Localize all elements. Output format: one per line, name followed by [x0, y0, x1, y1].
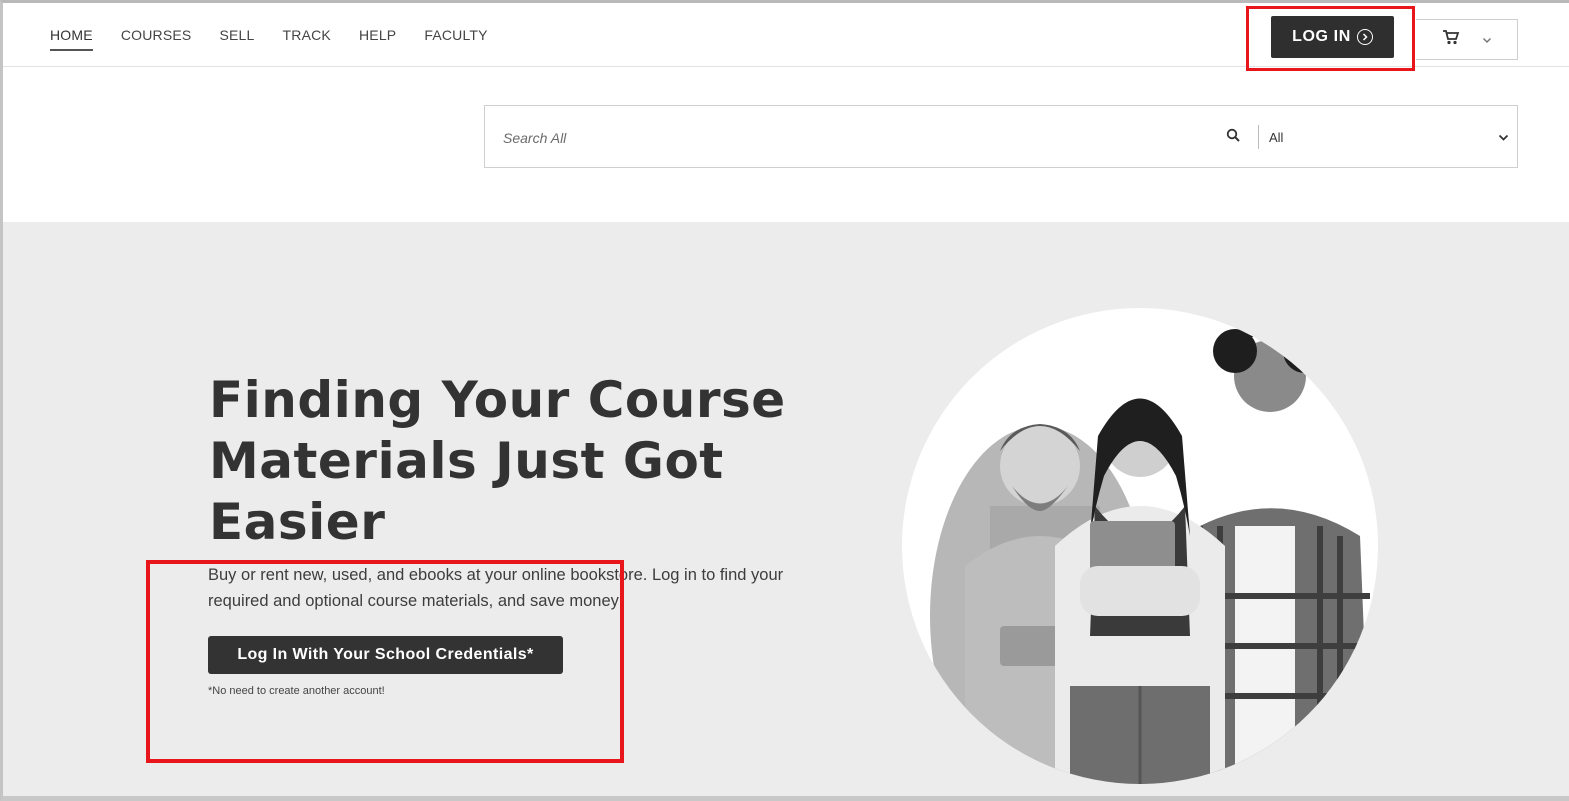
- nav-item-courses[interactable]: COURSES: [121, 27, 192, 51]
- cart-dropdown[interactable]: [1416, 19, 1518, 60]
- search-category-select[interactable]: All: [1269, 124, 1509, 150]
- chevron-down-icon: [1498, 130, 1509, 145]
- nav-item-sell[interactable]: SELL: [219, 27, 254, 51]
- nav-item-help[interactable]: HELP: [359, 27, 396, 51]
- nav-item-track[interactable]: TRACK: [283, 27, 331, 51]
- search-icon[interactable]: [1226, 128, 1241, 148]
- search-bar: All: [484, 105, 1518, 168]
- nav-item-faculty[interactable]: FACULTY: [424, 27, 487, 51]
- hero-title: Finding Your Course Materials Just Got E…: [209, 371, 786, 551]
- main-nav: HOME COURSES SELL TRACK HELP FACULTY: [50, 27, 516, 51]
- cart-icon: [1442, 29, 1460, 50]
- search-category-value: All: [1269, 129, 1284, 145]
- chevron-down-icon: [1482, 31, 1492, 49]
- students-photo: [900, 306, 1380, 786]
- highlight-box-credentials: [146, 560, 624, 763]
- nav-item-home[interactable]: HOME: [50, 27, 93, 51]
- highlight-box-login: [1246, 6, 1415, 71]
- search-input[interactable]: [503, 128, 1203, 148]
- search-divider: [1258, 125, 1259, 149]
